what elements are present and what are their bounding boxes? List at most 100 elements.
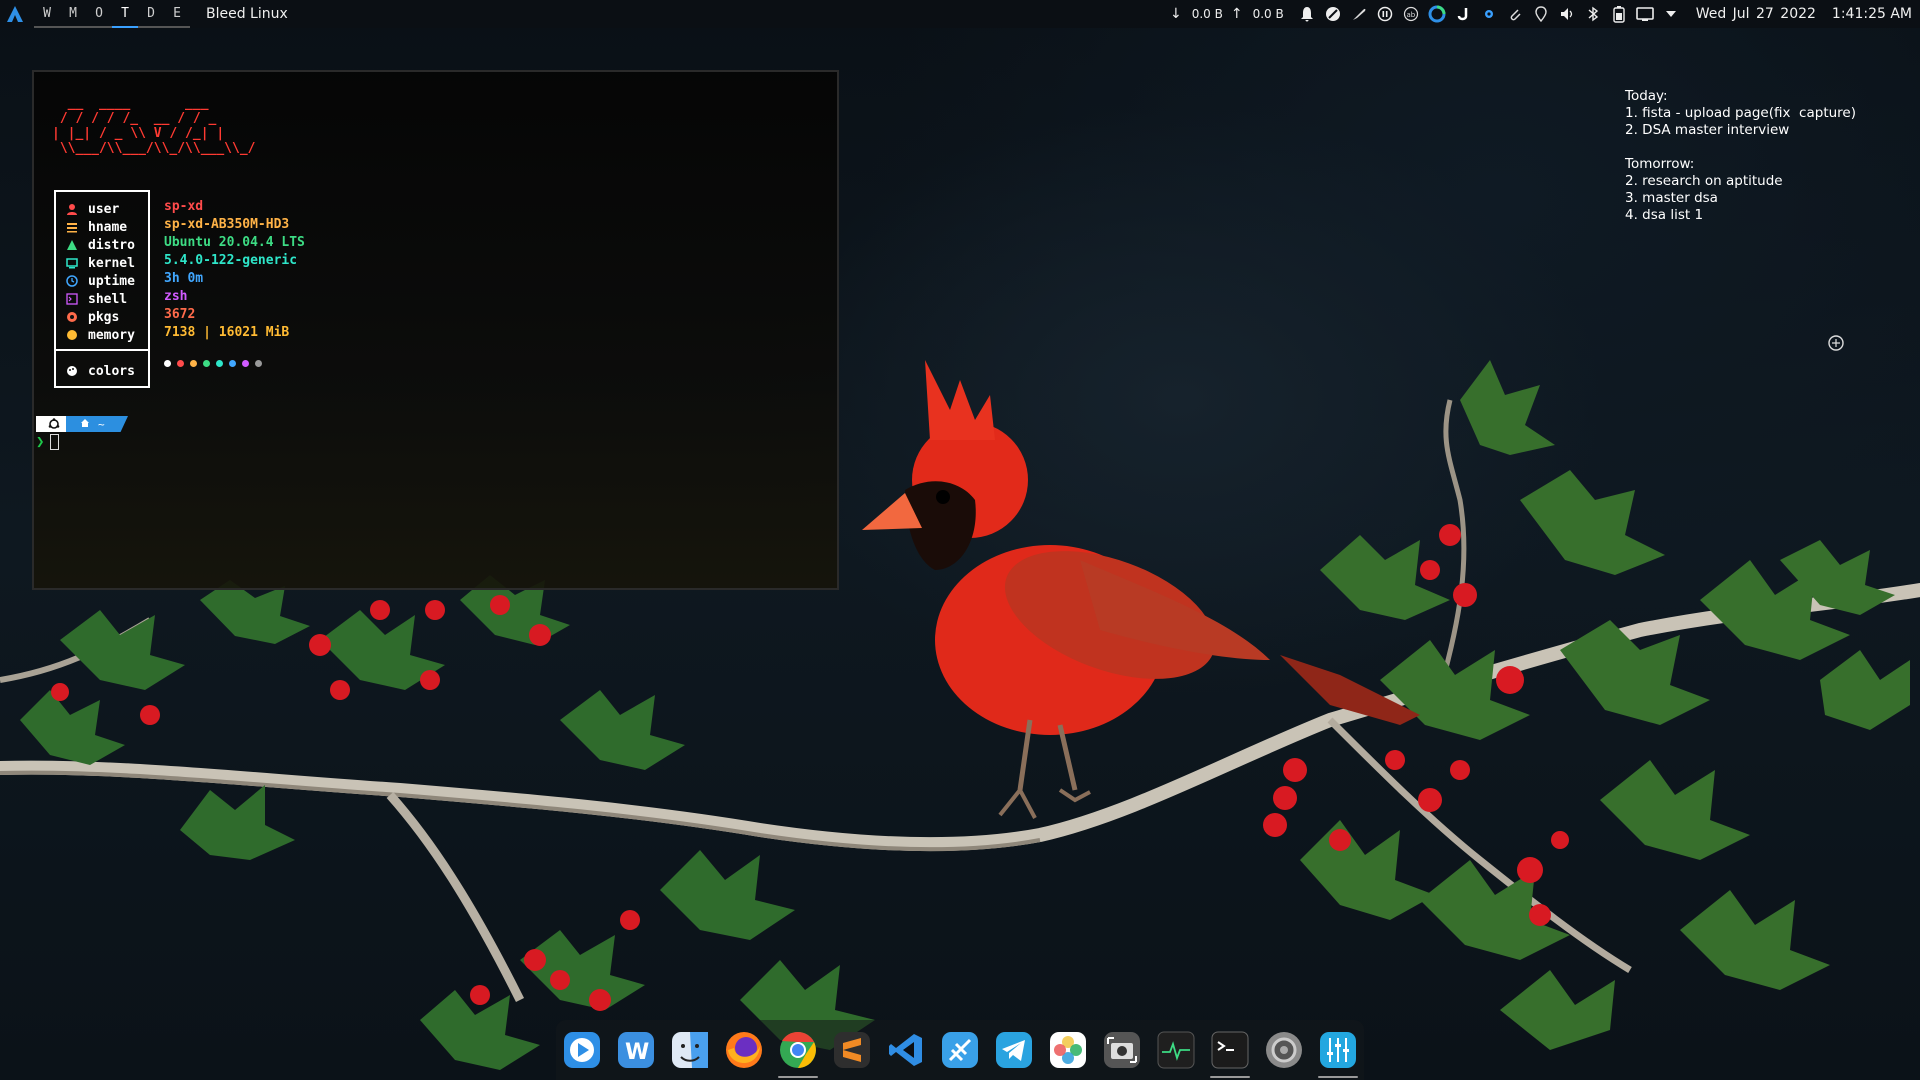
feather-icon[interactable] xyxy=(1346,0,1372,28)
finder-icon[interactable] xyxy=(670,1030,710,1070)
fetch-row-shell: shell xyxy=(66,290,127,308)
todo-tomorrow-header: Tomorrow: xyxy=(1625,156,1695,172)
package-icon xyxy=(66,311,78,323)
color-dot xyxy=(229,360,236,367)
hostname-icon xyxy=(66,221,78,233)
todo-item: 1. fista - upload page(fix capture) xyxy=(1625,105,1856,121)
running-indicator xyxy=(1210,1076,1250,1078)
hook-icon[interactable] xyxy=(1450,0,1476,28)
upload-arrow-icon: ↑ xyxy=(1230,6,1243,22)
running-indicator xyxy=(778,1076,818,1078)
color-dot xyxy=(216,360,223,367)
workspace-3[interactable]: O xyxy=(86,0,112,28)
shell-prompt: ~ xyxy=(36,416,128,432)
writer-icon[interactable]: W xyxy=(616,1030,656,1070)
ring-icon[interactable] xyxy=(1424,0,1450,28)
fetch-value-hname: sp-xd-AB350M-HD3 xyxy=(164,217,290,232)
telegram-icon[interactable] xyxy=(994,1030,1034,1070)
workspace-4[interactable]: T xyxy=(112,0,138,28)
todo-item: 4. dsa list 1 xyxy=(1625,207,1704,223)
svg-text:W: W xyxy=(625,1040,649,1065)
svg-text:ab: ab xyxy=(1406,11,1415,19)
fetch-key-hname: hname xyxy=(88,219,128,235)
clock-label[interactable]: 1:41:25 AM xyxy=(1832,6,1912,22)
prompt-path-segment: ~ xyxy=(66,416,128,432)
net-upload-value: 0.0 B xyxy=(1252,7,1284,21)
fetch-value-kernel: 5.4.0-122-generic xyxy=(164,253,298,268)
home-icon xyxy=(80,418,90,431)
fetch-key-colors: colors xyxy=(88,363,135,379)
settings-icon[interactable] xyxy=(1264,1030,1304,1070)
fetch-row-memory: memory xyxy=(66,326,135,344)
fetch-key-distro: distro xyxy=(88,237,135,253)
date-label[interactable]: Wed Jul 27 2022 xyxy=(1696,6,1816,22)
location-pin-icon[interactable] xyxy=(1528,0,1554,28)
top-panel: W M O T D E Bleed Linux ↓ 0.0 B ↑ 0.0 B … xyxy=(0,0,1920,28)
fetch-key-memory: memory xyxy=(88,327,135,343)
desktop-widget-icon[interactable] xyxy=(1827,334,1845,356)
workspace-2[interactable]: M xyxy=(60,0,86,28)
net-download-value: 0.0 B xyxy=(1191,7,1223,21)
caret-down-icon[interactable] xyxy=(1658,0,1684,28)
ab-icon[interactable]: ab xyxy=(1398,0,1424,28)
fetch-value-user: sp-xd xyxy=(164,199,204,214)
fetch-key-kernel: kernel xyxy=(88,255,135,271)
equalizer-icon[interactable] xyxy=(1318,1030,1358,1078)
terminal-icon[interactable] xyxy=(1210,1030,1250,1078)
screen-icon[interactable] xyxy=(1632,0,1658,28)
battery-icon[interactable] xyxy=(1606,0,1632,28)
fetch-row-distro: distro xyxy=(66,236,135,254)
todo-item: 3. master dsa xyxy=(1625,190,1718,206)
fetch-key-uptime: uptime xyxy=(88,273,135,289)
bell-icon[interactable] xyxy=(1294,0,1320,28)
workspace-6[interactable]: E xyxy=(164,0,190,28)
todo-note-widget: Today: 1. fista - upload page(fix captur… xyxy=(1625,88,1856,224)
photos-icon[interactable] xyxy=(1048,1030,1088,1070)
todo-today-header: Today: xyxy=(1625,88,1668,104)
pause-circle-icon[interactable] xyxy=(1372,0,1398,28)
color-dot xyxy=(164,360,171,367)
vscode-icon[interactable] xyxy=(886,1030,926,1070)
color-dot xyxy=(242,360,249,367)
fetch-value-shell: zsh xyxy=(164,289,188,304)
workspace-1[interactable]: W xyxy=(34,0,60,28)
command-line[interactable]: ❯ xyxy=(36,434,60,450)
screenshot-icon[interactable] xyxy=(1102,1030,1142,1070)
workspace-5[interactable]: D xyxy=(138,0,164,28)
media-player-icon[interactable] xyxy=(562,1030,602,1070)
user-icon xyxy=(66,203,78,215)
application-dock: W xyxy=(556,1020,1364,1080)
no-entry-icon[interactable] xyxy=(1320,0,1346,28)
paperclip-icon[interactable] xyxy=(1502,0,1528,28)
color-dot xyxy=(255,360,262,367)
feather-app-icon[interactable] xyxy=(940,1030,980,1070)
window-title: Bleed Linux xyxy=(206,6,288,22)
chrome-icon[interactable] xyxy=(778,1030,818,1078)
color-dot xyxy=(177,360,184,367)
color-dot xyxy=(190,360,197,367)
system-monitor-icon[interactable] xyxy=(1156,1030,1196,1070)
firefox-icon[interactable] xyxy=(724,1030,764,1070)
system-tray: ↓ 0.0 B ↑ 0.0 B ab Wed Jul 27 2022 1:41:… xyxy=(1170,0,1912,28)
arch-a-logo-icon[interactable] xyxy=(2,0,28,28)
color-palette xyxy=(164,360,262,367)
todo-item: 2. research on aptitude xyxy=(1625,173,1783,189)
sublime-text-icon[interactable] xyxy=(832,1030,872,1070)
memory-icon xyxy=(66,329,78,341)
distro-icon xyxy=(66,239,78,251)
fetch-divider xyxy=(56,349,148,351)
fetch-row-user: user xyxy=(66,200,119,218)
volume-icon[interactable] xyxy=(1554,0,1580,28)
prompt-arrow: ❯ xyxy=(36,434,45,450)
kernel-icon xyxy=(66,257,78,269)
terminal-window[interactable]: __ ____ ___ / / / / /_ __ / / _ | |_| / … xyxy=(32,70,839,590)
fetch-value-uptime: 3h 0m xyxy=(164,271,204,286)
gear-icon[interactable] xyxy=(1476,0,1502,28)
palette-icon xyxy=(66,365,78,377)
fetch-row-hname: hname xyxy=(66,218,127,236)
cardinal-bird xyxy=(862,360,1420,819)
color-dot xyxy=(203,360,210,367)
fetch-key-pkgs: pkgs xyxy=(88,309,120,325)
fetch-row-uptime: uptime xyxy=(66,272,135,290)
bluetooth-icon[interactable] xyxy=(1580,0,1606,28)
